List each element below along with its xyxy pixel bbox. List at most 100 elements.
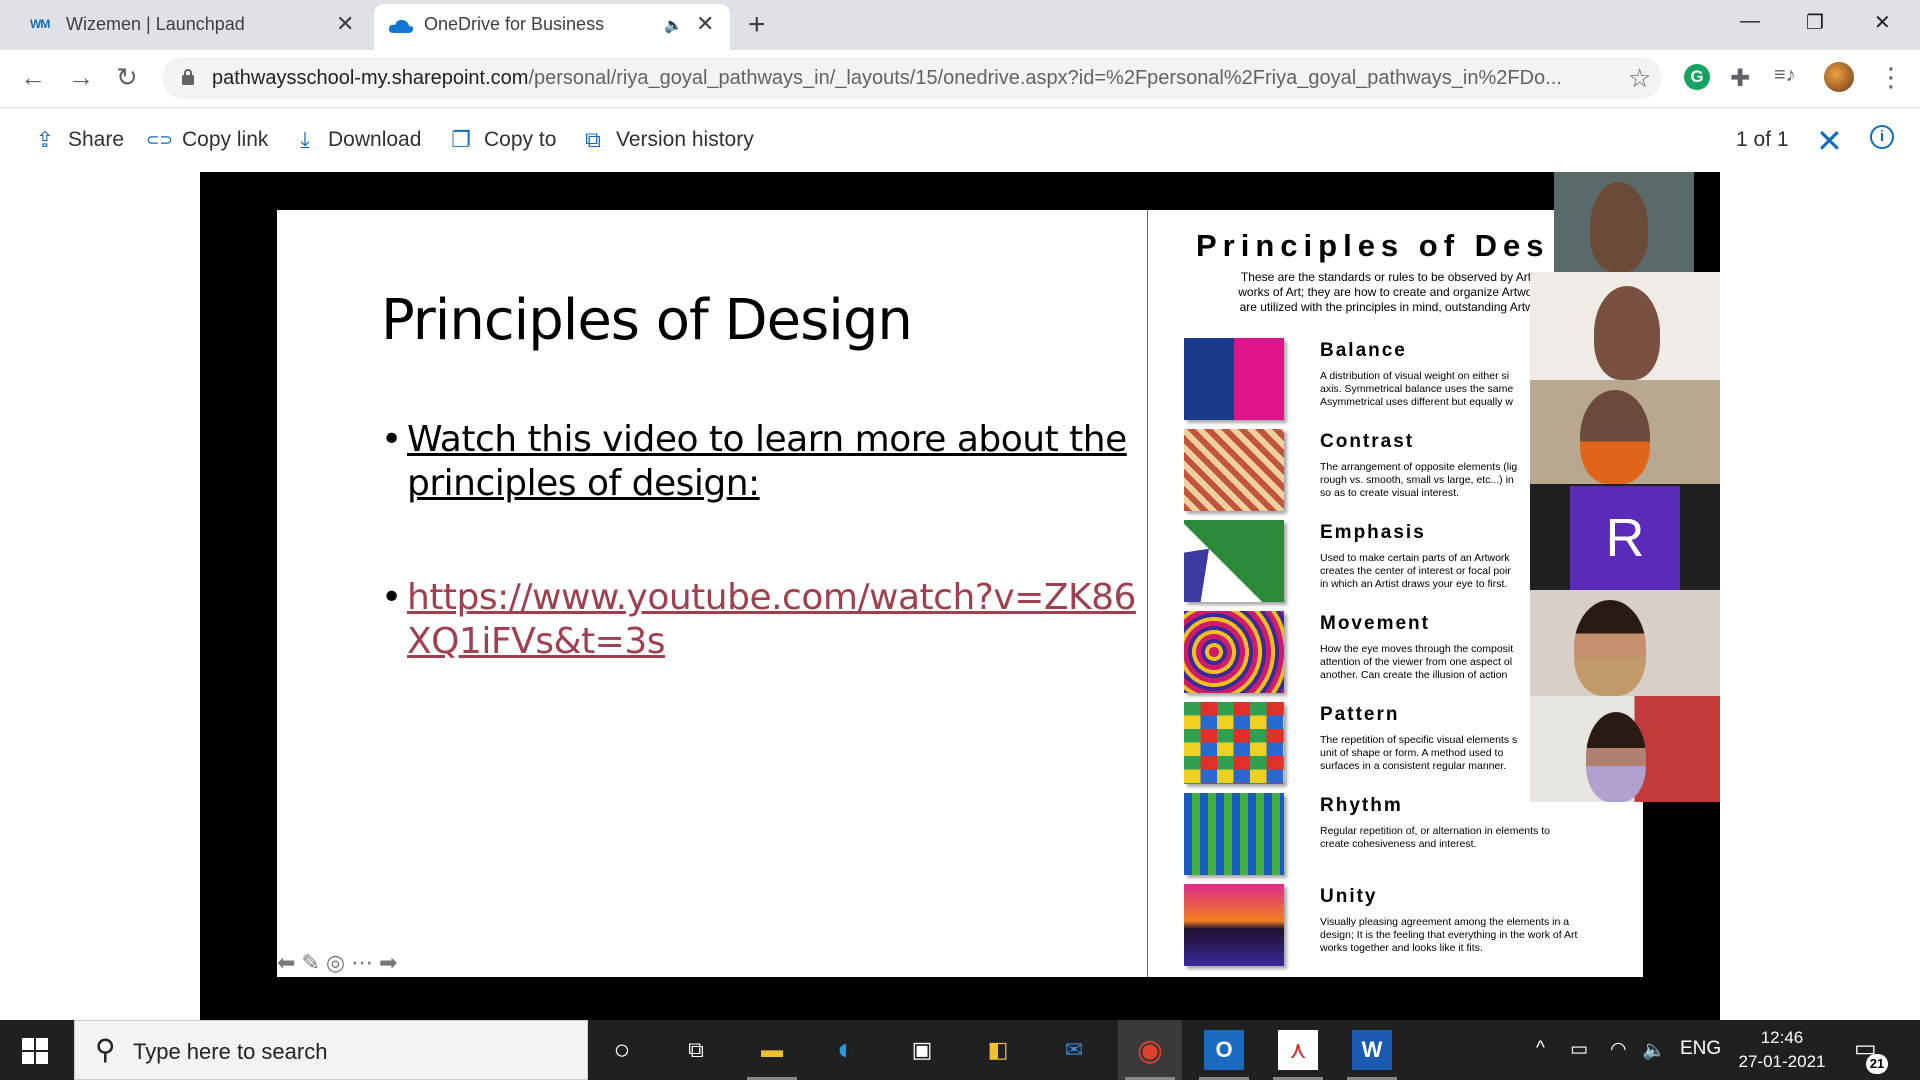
principle-description: Visually pleasing agreement among the el… [1320,916,1620,955]
close-viewer-icon[interactable]: ✕ [1816,122,1843,160]
copy-to-button[interactable]: ❐ Copy to [448,126,556,154]
desc-line: in which an Artist draws your eye to fir… [1320,578,1508,590]
participant-video-tile[interactable]: R [1530,484,1720,590]
unity-thumbnail [1184,884,1284,966]
task-view-icon[interactable]: ⧉ [676,1030,716,1070]
participant-video-tile[interactable] [1530,590,1720,696]
bullet-line: principles of design: [407,463,760,504]
previous-slide-icon[interactable]: ⬅ [277,950,295,976]
tab-close-icon[interactable]: ✕ [336,12,354,36]
desc-line: attention of the viewer from one aspect … [1320,656,1513,668]
clock-date: 27-01-2021 [1738,1052,1826,1071]
link-line: https://www.youtube.com/watch?v=ZK86 [407,577,1136,618]
new-tab-button[interactable]: + [748,8,766,42]
history-icon: ⧉ [585,127,601,152]
participant-video-tile[interactable] [1530,696,1720,802]
tray-overflow-icon[interactable]: ^ [1536,1038,1545,1060]
cortana-icon[interactable]: ○ [602,1030,642,1070]
share-icon: ⇪ [35,127,55,152]
principle-unity: Unity Visually pleasing agreement among … [1184,884,1624,970]
share-label: Share [68,128,125,151]
browser-menu-icon[interactable]: ⋮ [1878,62,1904,93]
tab-close-icon[interactable]: ✕ [696,12,714,36]
battery-icon[interactable]: ▭ [1570,1038,1588,1061]
store-icon[interactable]: ▣ [902,1030,942,1070]
pen-icon[interactable]: ✎ [301,950,319,976]
language-indicator[interactable]: ENG [1680,1038,1721,1060]
principle-rhythm: Rhythm Regular repetition of, or alterna… [1184,793,1624,879]
youtube-link[interactable]: https://www.youtube.com/watch?v=ZK86 XQ1i… [407,576,1136,664]
browser-navigation-bar: ← → ↻ pathwaysschool-my.sharepoint.com/p… [0,50,1920,108]
poster-title: Principles of Des [1196,228,1550,263]
taskbar-clock[interactable]: 12:46 27-01-2021 [1734,1026,1830,1074]
share-button[interactable]: ⇪ Share [32,126,124,154]
desc-line: rough vs. smooth, small vs large, etc...… [1320,474,1514,486]
copy-to-label: Copy to [484,128,557,151]
reload-icon[interactable]: ↻ [116,62,138,93]
minimize-icon[interactable]: — [1740,10,1760,33]
volume-icon[interactable]: 🔈 [1642,1038,1666,1062]
desc-line: surfaces in a consistent regular manner. [1320,760,1507,772]
video-participants-panel: R [1530,172,1720,802]
desc-line: create cohesiveness and interest. [1320,838,1477,850]
desc-line: The repetition of specific visual elemen… [1320,734,1518,746]
copy-link-label: Copy link [182,128,269,151]
profile-avatar[interactable] [1824,62,1854,92]
participant-video-tile[interactable] [1554,172,1694,272]
mail-icon[interactable]: ✉ [1054,1030,1094,1070]
copy-link-button[interactable]: ⊂⊃ Copy link [146,126,268,154]
chrome-icon[interactable]: ◉ [1130,1030,1170,1070]
link-icon: ⊂⊃ [146,132,173,149]
desc-line: How the eye moves through the composit [1320,643,1514,655]
download-button[interactable]: ⤓ Download [292,126,421,154]
download-label: Download [328,128,422,151]
intro-line: are utilized with the principles in mind… [1239,300,1545,314]
principle-name: Unity [1320,886,1378,907]
files-icon[interactable]: ◧ [978,1030,1018,1070]
more-icon[interactable]: ⋯ [351,950,373,976]
bookmark-star-icon[interactable]: ☆ [1628,63,1651,94]
windows-taskbar: ⚲ Type here to search ○ ⧉ ▬ ◐ ▣ ◧ ✉ ◉ O … [0,1020,1920,1080]
slide: Principles of Design • Watch this video … [277,210,1147,977]
url-text[interactable]: pathwaysschool-my.sharepoint.com/persona… [212,67,1592,90]
next-slide-icon[interactable]: ➡ [379,950,397,976]
forward-icon[interactable]: → [68,62,94,93]
address-bar[interactable]: pathwaysschool-my.sharepoint.com/persona… [162,57,1662,99]
bullet-text: Watch this video to learn more about the… [407,418,1127,506]
participant-person [1594,286,1660,380]
grammarly-extension-icon[interactable]: G [1684,64,1710,90]
principle-name: Emphasis [1320,522,1426,543]
acrobat-icon[interactable]: ⋏ [1278,1030,1318,1070]
version-history-button[interactable]: ⧉ Version history [580,126,754,154]
file-explorer-icon[interactable]: ▬ [752,1030,792,1070]
url-path: /personal/riya_goyal_pathways_in/_layout… [528,67,1562,89]
back-icon[interactable]: ← [20,62,46,93]
emphasis-thumbnail [1184,520,1284,602]
taskbar-search-input[interactable]: ⚲ Type here to search [74,1020,588,1080]
principle-name: Rhythm [1320,795,1403,816]
edge-icon[interactable]: ◐ [826,1030,866,1070]
tab-onedrive-for-business[interactable]: OneDrive for Business 🔈 ✕ [374,4,730,50]
restore-icon[interactable]: ❐ [1806,10,1824,35]
wifi-icon[interactable]: ◠ [1610,1038,1627,1061]
tab-wizemen-launchpad[interactable]: WM Wizemen | Launchpad ✕ [0,0,370,50]
participant-video-tile[interactable] [1530,272,1720,380]
onedrive-command-bar: ⇪ Share ⊂⊃ Copy link ⤓ Download ❐ Copy t… [0,108,1920,172]
home-icon[interactable]: ◎ [326,950,345,976]
word-icon[interactable]: W [1352,1030,1392,1070]
participant-video-tile[interactable] [1530,380,1720,484]
windows-start-icon[interactable] [22,1038,48,1064]
lock-icon[interactable] [182,69,194,85]
desc-line: Asymmetrical uses different but equally … [1320,396,1513,408]
tab-audio-icon[interactable]: 🔈 [664,16,683,34]
desc-line: design; It is the feeling that everythin… [1320,929,1578,941]
slide-navigation: ⬅ ✎ ◎ ⋯ ➡ [277,950,398,976]
outlook-icon[interactable]: O [1204,1030,1244,1070]
wizemen-logo-icon: WM [30,17,50,31]
search-icon: ⚲ [95,1034,116,1065]
info-icon[interactable]: i [1870,125,1894,149]
extensions-puzzle-icon[interactable]: ✚ [1730,64,1750,93]
window-close-icon[interactable]: ✕ [1874,10,1891,35]
media-control-icon[interactable]: ≡♪ [1774,64,1796,87]
clock-time: 12:46 [1760,1028,1804,1047]
